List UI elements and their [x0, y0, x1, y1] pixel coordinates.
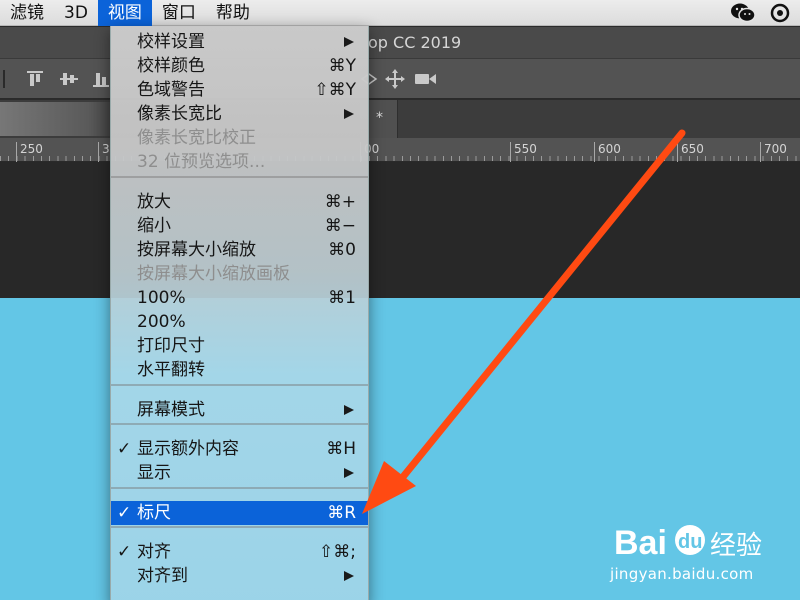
align-bottom-icon[interactable] [92, 70, 110, 88]
menu-item-label: 显示额外内容 [137, 439, 239, 459]
menu-help[interactable]: 帮助 [206, 0, 260, 26]
ruler-tick-label: 3 [98, 142, 110, 162]
watermark-url: jingyan.baidu.com [610, 565, 754, 583]
menu-window[interactable]: 窗口 [152, 0, 206, 26]
view-menu-dropdown: 校样设置校样颜色 ⌘Y 色域警告 ⇧⌘Y 像素长宽比像素长宽比校正 32 位预览选项...… [110, 26, 369, 600]
3d-pan-icon[interactable] [384, 68, 406, 90]
menu-item-label: 色域警告 [137, 80, 205, 100]
view-menu-item[interactable]: 打印尺寸 [111, 334, 368, 358]
view-menu-item[interactable]: ✓ 标尺 ⌘R [111, 501, 368, 525]
submenu-arrow-icon [344, 468, 354, 478]
wechat-icon[interactable] [730, 2, 756, 24]
menu-item-label: 缩小 [137, 216, 171, 236]
view-menu-item: 按屏幕大小缩放画板 [111, 262, 368, 286]
menu-item-shortcut: ⌘Y [328, 56, 356, 76]
view-menu-item[interactable]: 水平翻转 [111, 358, 368, 382]
menu-item-label: 显示 [137, 463, 171, 483]
window-title: op CC 2019 [368, 33, 462, 52]
svg-text:du: du [678, 531, 702, 553]
svg-text:经验: 经验 [710, 531, 762, 561]
menu-item-label: 像素长宽比 [137, 104, 222, 124]
ruler-tick-label: 250 [16, 142, 43, 162]
ruler-tick-label: 600 [594, 142, 621, 162]
view-menu-item: 32 位预览选项... [111, 150, 368, 174]
menu-item-shortcut: ⇧⌘; [319, 542, 356, 562]
view-menu-item[interactable]: 对齐到 [111, 564, 368, 588]
menu-item-shortcut: ⌘H [326, 439, 356, 459]
menu-item-label: 校样设置 [137, 32, 205, 52]
menu-item-label: 100% [137, 288, 186, 308]
menu-item-label: 32 位预览选项... [137, 152, 266, 172]
ruler-tick-label: 700 [760, 142, 787, 162]
svg-text:Bai: Bai [614, 524, 667, 562]
view-menu-item[interactable]: 色域警告 ⇧⌘Y [111, 78, 368, 102]
view-menu-item: 像素长宽比校正 [111, 126, 368, 150]
menu-item-label: 校样颜色 [137, 56, 205, 76]
view-menu-item[interactable]: 缩小 ⌘− [111, 214, 368, 238]
bar-grip-icon [2, 70, 8, 88]
view-menu-item[interactable]: 100% ⌘1 [111, 286, 368, 310]
checkmark-icon: ✓ [117, 542, 132, 562]
submenu-arrow-icon [344, 405, 354, 415]
menu-separator [111, 384, 368, 386]
view-menu-item[interactable]: 放大 ⌘+ [111, 190, 368, 214]
menu-item-shortcut: ⌘0 [328, 240, 356, 260]
view-menu-item[interactable]: 校样设置 [111, 30, 368, 54]
tab-modified-marker: * [376, 110, 383, 126]
view-menu-item[interactable]: 屏幕模式 [111, 398, 368, 422]
view-menu-item[interactable]: 200% [111, 310, 368, 334]
menu-item-label: 按屏幕大小缩放 [137, 240, 256, 260]
menu-item-label: 对齐 [137, 542, 171, 562]
menu-item-shortcut: ⌘R [327, 503, 356, 523]
ruler-tick-label: 650 [677, 142, 704, 162]
menu-item-label: 放大 [137, 192, 171, 212]
align-top-icon[interactable] [26, 70, 44, 88]
view-menu-item[interactable]: ✓ 对齐 ⇧⌘; [111, 540, 368, 564]
menu-view[interactable]: 视图 [97, 0, 152, 26]
menu-item-shortcut: ⇧⌘Y [314, 80, 356, 100]
menu-separator [111, 526, 368, 528]
checkmark-icon: ✓ [117, 503, 132, 523]
align-vcenter-icon[interactable] [60, 70, 78, 88]
menu-3d[interactable]: 3D [54, 0, 98, 26]
menu-item-shortcut: ⌘1 [328, 288, 356, 308]
view-menu-item[interactable]: 像素长宽比 [111, 102, 368, 126]
cloud-sync-icon[interactable] [768, 2, 794, 24]
menu-item-label: 像素长宽比校正 [137, 128, 256, 148]
menu-separator [111, 487, 368, 489]
menu-item-label: 水平翻转 [137, 360, 205, 380]
checkmark-icon: ✓ [117, 439, 132, 459]
submenu-arrow-icon [344, 571, 354, 581]
3d-camera-icon[interactable] [414, 70, 438, 88]
menu-item-label: 标尺 [137, 503, 171, 523]
baidu-jingyan-logo: Bai du 经验 [614, 524, 762, 562]
menu-item-shortcut: ⌘− [324, 216, 356, 236]
menu-item-label: 按屏幕大小缩放画板 [137, 264, 290, 284]
view-menu-item[interactable]: ✓ 显示额外内容 ⌘H [111, 437, 368, 461]
submenu-arrow-icon [344, 37, 354, 47]
menu-item-shortcut: ⌘+ [324, 192, 356, 212]
ruler-tick-label: 550 [510, 142, 537, 162]
menu-item-label: 对齐到 [137, 566, 188, 586]
view-menu-item[interactable]: 校样颜色 ⌘Y [111, 54, 368, 78]
menu-filter[interactable]: 滤镜 [0, 0, 54, 26]
menu-item-label: 屏幕模式 [137, 400, 205, 420]
view-menu-item[interactable]: 按屏幕大小缩放 ⌘0 [111, 238, 368, 262]
submenu-arrow-icon [344, 109, 354, 119]
menu-item-label: 200% [137, 312, 186, 332]
menu-separator [111, 423, 368, 425]
mac-menu-bar: 滤镜 3D 视图 窗口 帮助 [0, 0, 800, 26]
menu-item-label: 打印尺寸 [137, 336, 205, 356]
menu-separator [111, 176, 368, 178]
view-menu-item[interactable]: 显示 [111, 461, 368, 485]
document-tab-inactive[interactable] [0, 102, 110, 136]
